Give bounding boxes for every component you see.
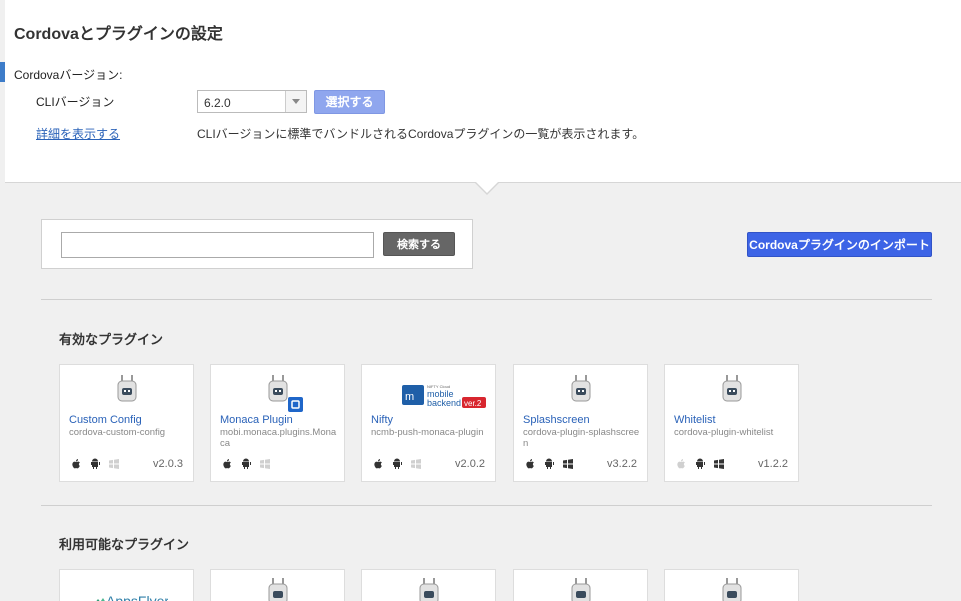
apple-icon <box>70 457 82 469</box>
show-details-link[interactable]: 詳細を表示する <box>36 125 120 142</box>
plugin-plug-icon <box>117 375 137 402</box>
platform-icons <box>675 457 732 469</box>
plugin-plug-icon <box>571 375 591 402</box>
plugin-card[interactable]: m NIFTY Cloud mobile backend ver.2 Nifty ncmb-… <box>361 364 496 482</box>
panel-pointer <box>476 182 498 193</box>
plugin-plug-icon <box>571 578 591 601</box>
svg-text:m: m <box>405 391 414 403</box>
plugin-name[interactable]: Splashscreen <box>523 414 590 426</box>
cli-description: CLIバージョンに標準でバンドルされるCordovaプラグインの一覧が表示されま… <box>197 127 645 141</box>
platform-icons <box>221 457 278 469</box>
appsflyer-logo-text: AppsFlyer <box>106 593 168 601</box>
plugin-package: cordova-plugin-whitelist <box>674 427 774 438</box>
plugin-version: v2.0.3 <box>153 458 183 470</box>
plugin-card[interactable]: Custom Config cordova-custom-config v2.0.3 <box>59 364 194 482</box>
appsflyer-logo: AppsFlyer <box>88 582 169 601</box>
plugin-logo <box>665 373 798 413</box>
nifty-logo-line2: backend <box>427 398 461 408</box>
windows-icon <box>562 457 574 469</box>
available-plugin-card[interactable] <box>361 569 496 601</box>
import-plugin-button[interactable]: Cordovaプラグインのインポート <box>747 232 932 257</box>
android-icon <box>391 457 403 469</box>
cordova-version-label: Cordovaバージョン: <box>14 68 123 82</box>
plugin-plug-icon <box>722 375 742 402</box>
plugin-logo: m NIFTY Cloud mobile backend ver.2 <box>362 373 495 413</box>
plugin-name[interactable]: Nifty <box>371 414 393 426</box>
plugin-card[interactable]: Monaca Plugin mobi.monaca.plugins.Monaca <box>210 364 345 482</box>
platform-icons <box>70 457 127 469</box>
plugin-plug-icon <box>268 375 288 402</box>
available-plugin-card[interactable] <box>210 569 345 601</box>
plugin-name[interactable]: Custom Config <box>69 414 142 426</box>
plugin-name[interactable]: Whitelist <box>674 414 716 426</box>
plugin-version: v3.2.2 <box>607 458 637 470</box>
search-input[interactable] <box>61 232 374 258</box>
plugin-card[interactable]: Splashscreen cordova-plugin-splashscreen v… <box>513 364 648 482</box>
android-icon <box>89 457 101 469</box>
windows-icon <box>410 457 422 469</box>
available-plugin-card[interactable] <box>513 569 648 601</box>
plugin-version: v2.0.2 <box>455 458 485 470</box>
apple-icon <box>524 457 536 469</box>
active-section-marker <box>0 62 5 82</box>
plugin-logo <box>514 373 647 413</box>
plugin-package: cordova-custom-config <box>69 427 166 438</box>
android-icon <box>694 457 706 469</box>
plugin-plug-icon <box>419 578 439 601</box>
plugin-card[interactable]: Whitelist cordova-plugin-whitelist v1.2.2 <box>664 364 799 482</box>
apple-icon <box>675 457 687 469</box>
nifty-logo-badge: ver.2 <box>464 399 482 408</box>
plugin-package: mobi.monaca.plugins.Monaca <box>220 427 337 449</box>
available-plugin-card[interactable] <box>664 569 799 601</box>
plugin-package: cordova-plugin-splashscreen <box>523 427 640 449</box>
monaca-badge-icon <box>288 397 303 412</box>
plugin-package: ncmb-push-monaca-plugin <box>371 427 484 438</box>
cli-version-select[interactable]: 6.2.0 <box>197 90 307 113</box>
plugin-version: v1.2.2 <box>758 458 788 470</box>
windows-icon <box>713 457 725 469</box>
available-plugin-card[interactable]: AppsFlyer <box>59 569 194 601</box>
available-plugins-title: 利用可能なプラグイン <box>59 537 190 552</box>
plugin-name[interactable]: Monaca Plugin <box>220 414 293 426</box>
platform-icons <box>372 457 429 469</box>
android-icon <box>543 457 555 469</box>
enabled-plugins-title: 有効なプラグイン <box>59 332 164 347</box>
divider <box>41 299 932 300</box>
search-button[interactable]: 検索する <box>383 232 455 256</box>
windows-icon <box>259 457 271 469</box>
chevron-down-icon[interactable] <box>285 91 306 112</box>
android-icon <box>240 457 252 469</box>
select-version-button[interactable]: 選択する <box>314 90 385 114</box>
cli-version-value: 6.2.0 <box>204 96 231 110</box>
apple-icon <box>221 457 233 469</box>
plugin-plug-icon <box>722 578 742 601</box>
apple-icon <box>372 457 384 469</box>
cli-version-label: CLIバージョン <box>36 95 115 109</box>
page-title: Cordovaとプラグインの設定 <box>14 26 223 43</box>
windows-icon <box>108 457 120 469</box>
search-container: 検索する <box>41 219 473 269</box>
plugin-plug-icon <box>268 578 288 601</box>
plugin-logo <box>211 373 344 413</box>
plugin-logo <box>60 373 193 413</box>
platform-icons <box>524 457 581 469</box>
divider <box>41 505 932 506</box>
nifty-logo: mNIFTY Cloudmobilebackend ver.2 <box>402 384 486 408</box>
